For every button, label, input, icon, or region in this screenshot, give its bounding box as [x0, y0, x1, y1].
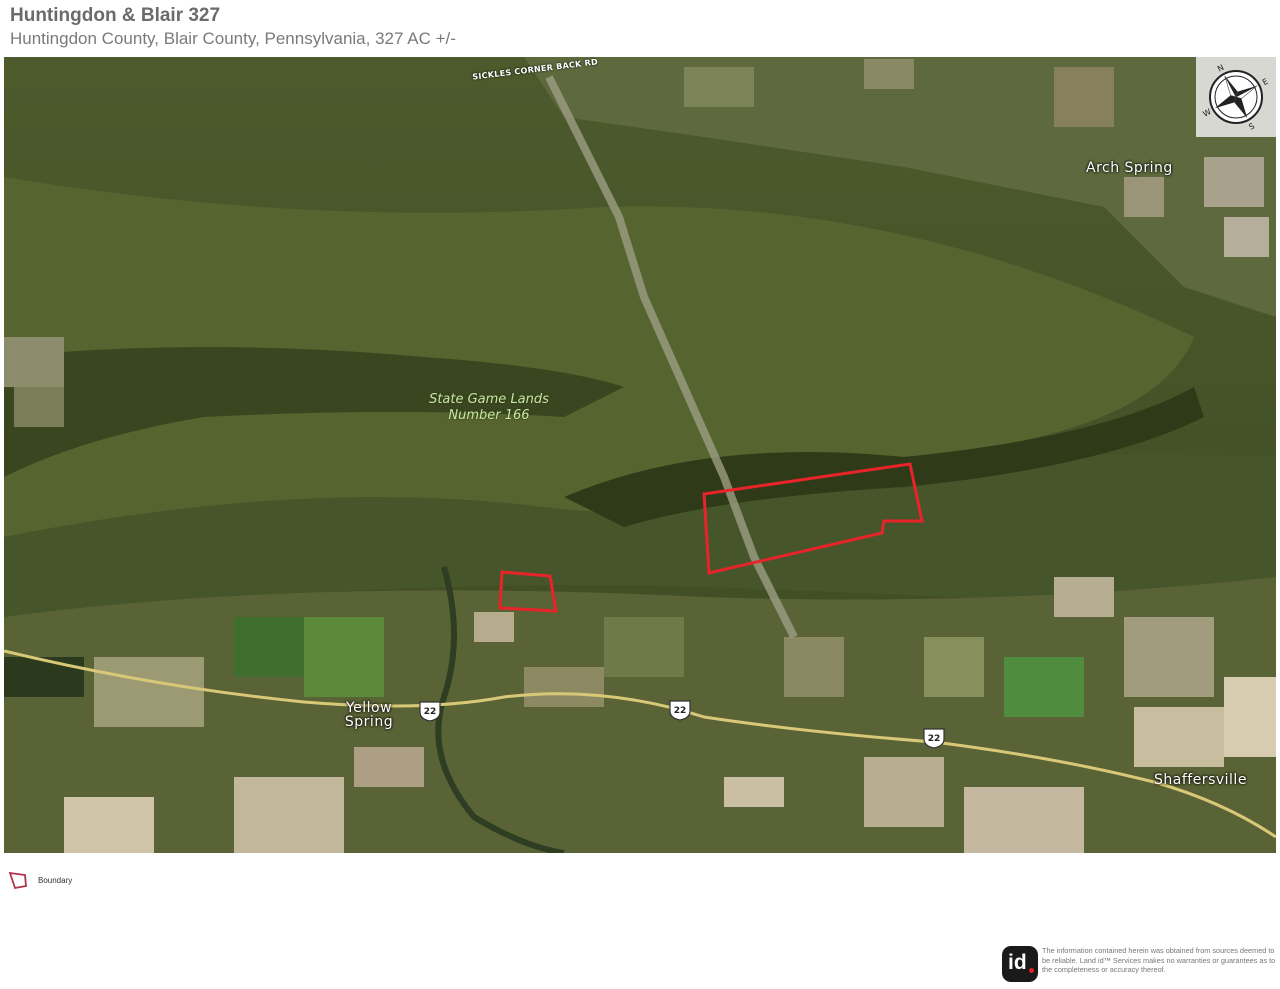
- us22-shield-label: 22: [424, 707, 437, 717]
- compass-east: E: [1261, 77, 1270, 87]
- us22-shield-icon: 22: [419, 701, 441, 722]
- logo-text: id: [1008, 951, 1027, 974]
- compass-icon: N E S W: [1201, 63, 1270, 132]
- us22-shield-label: 22: [674, 706, 687, 716]
- us22-shield-label: 22: [928, 734, 941, 744]
- map-subtitle: Huntingdon County, Blair County, Pennsyl…: [10, 29, 456, 48]
- land-id-logo: id: [1002, 946, 1038, 982]
- boundary-legend-label: Boundary: [38, 876, 73, 885]
- terrain-imagery: [4, 57, 1276, 853]
- satellite-map[interactable]: SICKLES CORNER BACK RD Arch Spring State…: [4, 57, 1276, 853]
- yellow-spring-line1: Yellow: [345, 700, 393, 716]
- compass-rose: N E S W: [1196, 57, 1276, 137]
- map-title: Huntingdon & Blair 327: [10, 5, 221, 26]
- us22-shield-icon: 22: [669, 700, 691, 721]
- compass-south: S: [1247, 121, 1256, 131]
- place-label-arch-spring: Arch Spring: [1086, 160, 1173, 176]
- disclaimer-text: The information contained herein was obt…: [1042, 946, 1276, 974]
- logo-dot: [1029, 968, 1034, 973]
- yellow-spring-line2: Spring: [344, 714, 394, 730]
- place-label-shaffersville: Shaffersville: [1154, 772, 1247, 788]
- state-game-lands-line1: State Game Lands: [429, 392, 549, 407]
- compass-west: W: [1201, 107, 1212, 119]
- boundary-legend-icon: [8, 871, 27, 890]
- us22-shield-icon: 22: [923, 728, 945, 749]
- compass-north: N: [1216, 63, 1226, 74]
- place-label-yellow-spring: Yellow Spring: [342, 701, 396, 729]
- state-game-lands-line2: Number 166: [448, 408, 530, 423]
- state-game-lands-label: State Game Lands Number 166: [404, 392, 574, 424]
